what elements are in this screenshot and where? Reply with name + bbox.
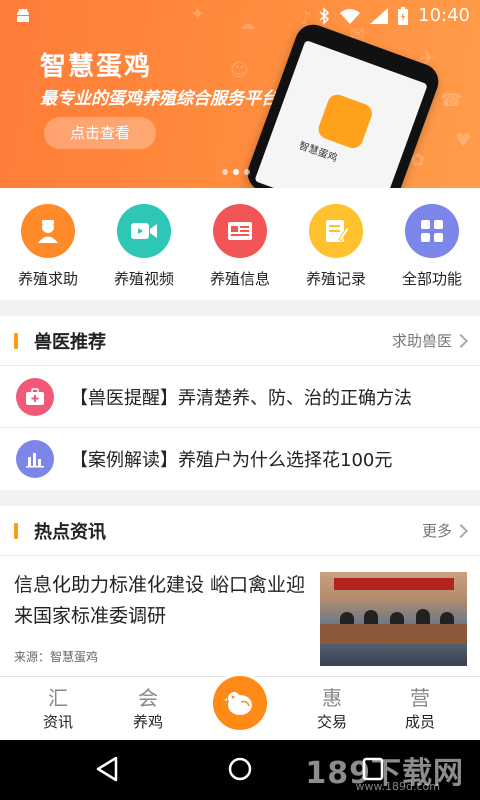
tab-trade[interactable]: 惠 交易 <box>292 685 372 732</box>
chart-icon <box>16 440 54 478</box>
wifi-icon <box>340 8 361 24</box>
chevron-right-icon <box>453 333 469 348</box>
thumbnail-banner <box>334 578 454 590</box>
function-label: 养殖信息 <box>209 270 270 288</box>
system-nav-bar: 189下载网 www.189d.com <box>0 740 480 800</box>
news-section-title: 热点资讯 <box>34 521 106 543</box>
tab-farm[interactable]: 会 养鸡 <box>108 685 188 732</box>
app-logo-icon <box>315 91 375 151</box>
carousel-indicator <box>222 169 250 175</box>
tab-members[interactable]: 营 成员 <box>380 685 460 732</box>
back-icon[interactable] <box>94 754 120 784</box>
news-thumbnail <box>320 572 467 666</box>
home-icon[interactable] <box>226 754 254 784</box>
tab-news[interactable]: 汇 资讯 <box>18 685 98 732</box>
vet-item-text: 【案例解读】养殖户为什么选择花100元 <box>70 450 393 471</box>
vet-icon <box>21 204 75 258</box>
section-marker <box>14 332 18 349</box>
function-video[interactable]: 养殖视频 <box>96 188 192 300</box>
status-bar: 10:40 <box>0 0 480 32</box>
banner-title: 智慧蛋鸡 <box>40 52 153 82</box>
battery-icon <box>398 6 409 25</box>
function-label: 养殖视频 <box>113 270 174 288</box>
vet-list-item[interactable]: 【案例解读】养殖户为什么选择花100元 <box>0 428 480 490</box>
carousel-dot <box>222 169 228 175</box>
ask-vet-label: 求助兽医 <box>391 332 452 350</box>
android-icon <box>17 8 29 22</box>
chevron-right-icon <box>453 523 469 538</box>
news-headline: 信息化助力标准化建设 峪口禽业迎来国家标准委调研 <box>14 574 306 627</box>
function-info[interactable]: 养殖信息 <box>192 188 288 300</box>
status-time: 10:40 <box>418 5 470 26</box>
tab-label: 养鸡 <box>132 713 163 731</box>
more-label: 更多 <box>421 522 452 540</box>
vet-section-title: 兽医推荐 <box>34 331 106 353</box>
thumbnail-table <box>320 624 467 644</box>
vet-section-header: 兽医推荐 求助兽医 <box>0 316 480 366</box>
function-vet-help[interactable]: 养殖求助 <box>0 188 96 300</box>
grid-icon <box>405 204 459 258</box>
chicken-icon <box>213 676 267 730</box>
news-item[interactable]: 信息化助力标准化建设 峪口禽业迎来国家标准委调研 来源：智慧蛋鸡 <box>0 556 480 676</box>
decor-icon: ☺ <box>230 60 249 81</box>
video-icon <box>117 204 171 258</box>
function-record[interactable]: 养殖记录 <box>288 188 384 300</box>
tab-label: 资讯 <box>42 713 73 731</box>
center-home-button[interactable] <box>210 673 270 733</box>
record-icon <box>309 204 363 258</box>
function-label: 养殖求助 <box>17 270 78 288</box>
tab-label: 交易 <box>316 713 347 731</box>
member-tab-icon: 营 <box>410 686 430 710</box>
function-all[interactable]: 全部功能 <box>384 188 480 300</box>
carousel-dot <box>244 169 250 175</box>
decor-icon: ☎ <box>440 90 463 111</box>
function-label: 全部功能 <box>401 270 462 288</box>
news-section-header: 热点资讯 更多 <box>0 506 480 556</box>
vet-item-text: 【兽医提醒】弄清楚养、防、治的正确方法 <box>70 387 412 409</box>
trade-tab-icon: 惠 <box>322 686 342 710</box>
news-section: 热点资讯 更多 信息化助力标准化建设 峪口禽业迎来国家标准委调研 来源：智慧蛋鸡 <box>0 506 480 676</box>
app-screen: ✦ ☂ ♪ ✉ ✈ ☎ ♥ ☺ ✿ 智慧蛋鸡 最专业的蛋鸡养殖综合服务平台 点击… <box>0 0 480 800</box>
function-grid: 养殖求助 养殖视频 养殖信息 养殖记录 全部功能 <box>0 188 480 300</box>
farm-tab-icon: 会 <box>138 686 158 710</box>
view-button[interactable]: 点击查看 <box>44 117 156 149</box>
medkit-icon <box>16 377 54 416</box>
tab-label: 成员 <box>404 713 435 731</box>
more-news-link[interactable]: 更多 <box>421 520 469 541</box>
news-tab-icon: 汇 <box>48 686 68 710</box>
news-source: 来源：智慧蛋鸡 <box>14 650 99 664</box>
watermark-url: www.189d.com <box>355 780 440 793</box>
bottom-tab-bar: 汇 资讯 会 养鸡 惠 交易 营 成员 <box>0 673 480 740</box>
ask-vet-link[interactable]: 求助兽医 <box>391 330 469 351</box>
vet-list-item[interactable]: 【兽医提醒】弄清楚养、防、治的正确方法 <box>0 366 480 428</box>
function-label: 养殖记录 <box>305 270 366 288</box>
signal-icon <box>370 7 389 24</box>
bluetooth-icon <box>319 6 330 25</box>
news-icon <box>213 204 267 258</box>
carousel-dot-active <box>233 169 239 175</box>
banner-subtitle: 最专业的蛋鸡养殖综合服务平台 <box>40 89 278 109</box>
section-marker <box>14 522 18 539</box>
vet-section: 兽医推荐 求助兽医 【兽医提醒】弄清楚养、防、治的正确方法 【案例解读】养殖户为… <box>0 316 480 490</box>
decor-icon: ♥ <box>455 130 472 151</box>
